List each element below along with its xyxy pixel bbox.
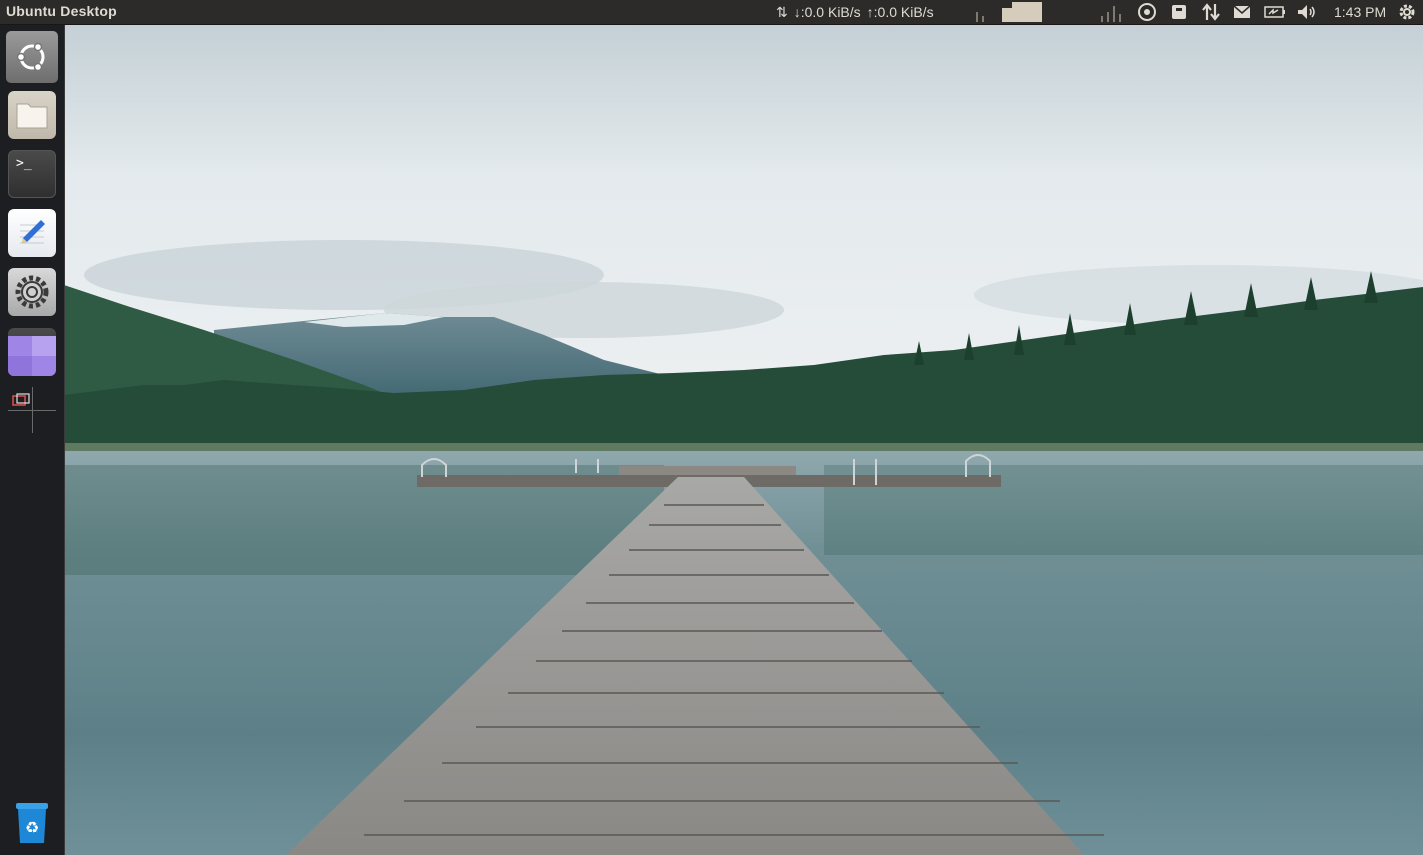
- volume-icon[interactable]: [1296, 0, 1318, 24]
- recycle-icon: ♻: [16, 803, 48, 843]
- terminal-icon: >_: [16, 156, 32, 171]
- dash-home-button[interactable]: [6, 31, 58, 83]
- svg-text:♻: ♻: [25, 818, 39, 837]
- network-arrows-icon: ⇅: [776, 3, 788, 20]
- window-icon[interactable]: [12, 393, 30, 407]
- network-icon[interactable]: [1201, 0, 1221, 24]
- keyboard-layout-icon[interactable]: [1170, 0, 1188, 24]
- launcher-divider: [32, 387, 33, 433]
- files-launcher-button[interactable]: [8, 91, 56, 139]
- net-speed-indicator[interactable]: ⇅ ↓:0.0 KiB/s ↑:0.0 KiB/s: [776, 0, 934, 24]
- clock[interactable]: 1:43 PM: [1334, 0, 1386, 24]
- app-title: Ubuntu Desktop: [6, 3, 117, 19]
- top-panel: Ubuntu Desktop ⇅ ↓:0.0 KiB/s ↑:0.0 KiB/s: [0, 0, 1423, 25]
- net-down-speed: ↓:0.0 KiB/s: [793, 4, 861, 20]
- pencil-icon: [20, 220, 45, 244]
- folder-icon: [16, 103, 48, 129]
- gear-icon[interactable]: [1396, 0, 1418, 24]
- system-load-graph[interactable]: [972, 2, 1044, 22]
- ubuntu-one-icon[interactable]: [1137, 0, 1157, 24]
- terminal-launcher-button[interactable]: >_: [8, 150, 56, 198]
- net-up-speed: ↑:0.0 KiB/s: [866, 4, 934, 20]
- text-editor-launcher-button[interactable]: [8, 209, 56, 257]
- mail-icon[interactable]: [1232, 0, 1252, 24]
- system-settings-launcher-button[interactable]: [8, 268, 56, 316]
- workspace-switcher-button[interactable]: [8, 328, 56, 376]
- trash-launcher-button[interactable]: ♻: [12, 801, 52, 845]
- ubuntu-logo-icon: [16, 42, 45, 72]
- workspaces-icon: [8, 336, 56, 376]
- battery-icon[interactable]: [1263, 0, 1287, 24]
- desktop-wallpaper: [64, 25, 1423, 855]
- launcher: >_ ♻: [0, 25, 65, 855]
- gear-icon: [15, 275, 49, 309]
- network-load-graph[interactable]: [1098, 2, 1126, 22]
- desktop: Ubuntu Desktop ⇅ ↓:0.0 KiB/s ↑:0.0 KiB/s: [0, 0, 1423, 855]
